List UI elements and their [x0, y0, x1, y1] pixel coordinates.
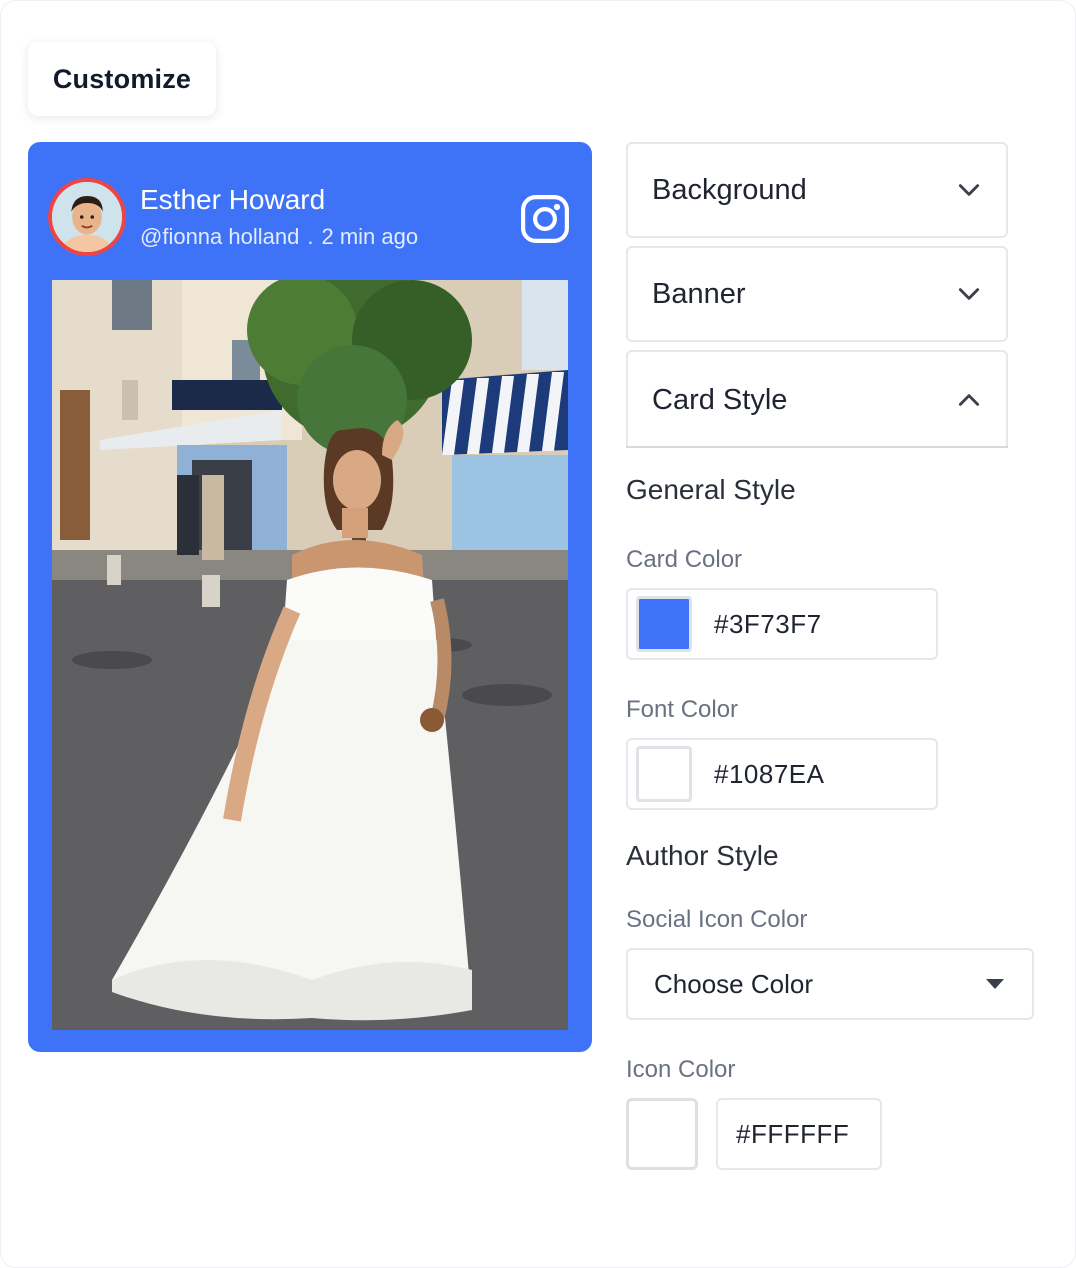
street-photo [52, 280, 568, 1030]
instagram-icon[interactable] [520, 194, 570, 244]
social-icon-color-select[interactable]: Choose Color [626, 948, 1034, 1020]
card-color-swatch[interactable] [636, 596, 692, 652]
post-preview-card: Esther Howard @fionna holland. 2 min ago [28, 142, 592, 1052]
general-style-title: General Style [626, 474, 796, 505]
post-image [52, 280, 568, 1030]
icon-color-input[interactable]: #FFFFFF [716, 1098, 882, 1170]
card-style-accordion[interactable]: Card Style [626, 350, 1008, 448]
font-color-swatch[interactable] [636, 746, 692, 802]
card-style-accordion-label: Card Style [652, 383, 788, 416]
author-avatar [48, 178, 126, 256]
accordion-divider [626, 446, 1008, 448]
chevron-down-icon [958, 288, 980, 300]
author-handle: @fionna holland [140, 224, 300, 249]
chevron-down-icon [958, 184, 980, 196]
card-color-value[interactable]: #3F73F7 [714, 609, 822, 640]
icon-color-swatch[interactable] [626, 1098, 698, 1170]
banner-accordion-label: Banner [652, 277, 746, 310]
author-meta: @fionna holland. 2 min ago [140, 224, 418, 250]
avatar-photo [52, 182, 122, 252]
font-color-input[interactable]: #1087EA [626, 738, 938, 810]
background-accordion-label: Background [652, 173, 807, 206]
social-icon-color-label: Social Icon Color [626, 906, 808, 933]
author-name: Esther Howard [140, 184, 326, 215]
font-color-label: Font Color [626, 696, 739, 723]
caret-down-icon [986, 979, 1004, 989]
post-time: 2 min ago [321, 224, 419, 249]
card-color-input[interactable]: #3F73F7 [626, 588, 938, 660]
banner-accordion[interactable]: Banner [626, 246, 1008, 342]
card-color-label: Card Color [626, 546, 743, 573]
meta-separator: . [307, 224, 314, 249]
background-accordion[interactable]: Background [626, 142, 1008, 238]
customize-tab[interactable]: Customize [28, 42, 216, 116]
font-color-value[interactable]: #1087EA [714, 759, 824, 790]
icon-color-label: Icon Color [626, 1056, 736, 1083]
chevron-up-icon [958, 394, 980, 406]
social-icon-color-value: Choose Color [654, 968, 813, 999]
author-style-title: Author Style [626, 840, 779, 871]
